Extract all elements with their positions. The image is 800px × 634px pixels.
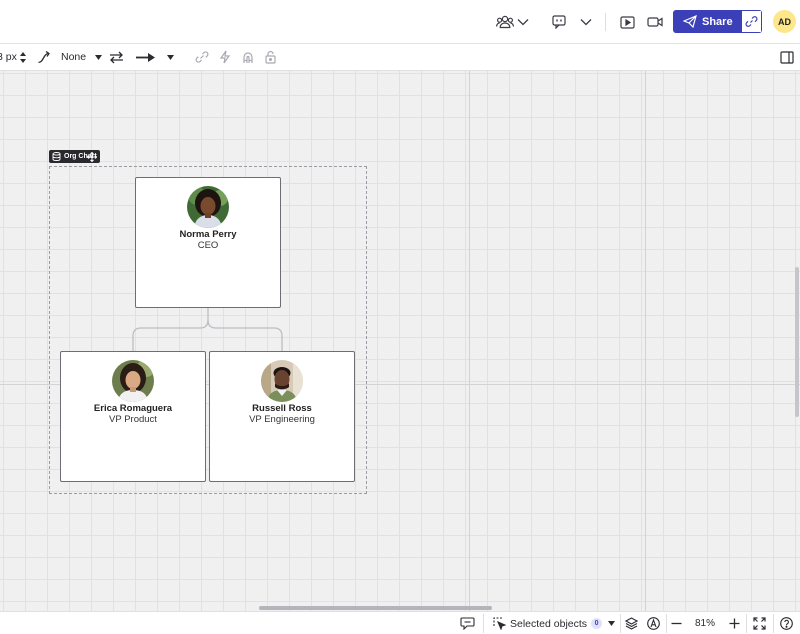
format-toolbar: 3 px None — [0, 44, 800, 71]
divider — [746, 614, 747, 633]
comment-icon[interactable] — [551, 12, 567, 32]
accessibility-icon[interactable] — [647, 615, 660, 632]
collaborators-icon[interactable] — [495, 12, 515, 32]
unlink-icon[interactable] — [195, 48, 209, 66]
chevron-down-icon — [167, 54, 174, 60]
person-name: Erica Romaguera — [93, 403, 173, 414]
present-icon[interactable] — [619, 12, 635, 32]
chevron-down-icon[interactable] — [516, 12, 530, 32]
arrow-end-icon — [136, 52, 155, 62]
person-photo — [112, 360, 154, 402]
divider — [605, 13, 606, 31]
feedback-icon[interactable] — [460, 615, 475, 632]
stepper-icon — [19, 51, 26, 63]
chevron-down-icon[interactable] — [579, 12, 593, 32]
copy-link-button[interactable] — [741, 10, 762, 33]
divider — [483, 614, 484, 633]
lightning-icon[interactable] — [219, 48, 231, 66]
panel-toggle-icon[interactable] — [780, 48, 794, 66]
send-icon — [683, 15, 697, 28]
connector-lines — [132, 308, 283, 351]
diagram-canvas[interactable]: Org Chart Norma Perry CEO Erica Romaguer… — [0, 71, 800, 611]
top-bar: Share AD — [0, 0, 800, 44]
line-width-select[interactable]: 3 px — [0, 48, 26, 66]
magnet-icon[interactable] — [242, 48, 254, 66]
line-style-icon[interactable] — [37, 48, 51, 66]
selected-objects-label: Selected objects — [510, 617, 588, 630]
chevron-down-icon — [95, 54, 103, 60]
person-role: CEO — [197, 240, 219, 251]
link-icon — [745, 15, 758, 28]
person-role: VP Product — [109, 414, 157, 425]
share-button[interactable]: Share — [673, 10, 762, 33]
person-role: VP Engineering — [249, 414, 315, 425]
person-photo — [261, 360, 303, 402]
zoom-out-icon[interactable] — [671, 615, 682, 632]
person-photo — [187, 186, 229, 228]
arrow-end-select[interactable] — [136, 48, 174, 66]
share-main[interactable]: Share — [673, 10, 741, 33]
avatar[interactable]: AD — [773, 10, 796, 33]
lock-icon[interactable] — [265, 48, 276, 66]
divider — [773, 614, 774, 633]
selected-count-badge: 0 — [591, 618, 603, 629]
select-cursor-icon — [493, 617, 506, 630]
person-name: Russell Ross — [252, 403, 312, 414]
arrow-start-value: None — [61, 51, 87, 63]
divider — [620, 614, 621, 633]
help-icon[interactable] — [780, 615, 793, 632]
org-card-vp-product[interactable]: Erica Romaguera VP Product — [60, 351, 206, 482]
arrow-start-select[interactable]: None — [61, 48, 103, 66]
share-label: Share — [702, 15, 733, 28]
zoom-level[interactable]: 81% — [695, 615, 715, 632]
line-width-value: 3 px — [0, 51, 17, 63]
org-card-vp-engineering[interactable]: Russell Ross VP Engineering — [209, 351, 355, 482]
horizontal-scrollbar[interactable] — [259, 606, 492, 610]
org-card-ceo[interactable]: Norma Perry CEO — [135, 177, 281, 308]
divider — [666, 614, 667, 633]
vertical-scrollbar[interactable] — [795, 267, 799, 417]
swap-icon[interactable] — [109, 48, 124, 66]
fit-screen-icon[interactable] — [753, 615, 766, 632]
selected-objects-toggle[interactable]: Selected objects 0 — [493, 615, 616, 632]
video-icon[interactable] — [647, 12, 663, 32]
person-name: Norma Perry — [179, 229, 237, 240]
zoom-in-icon[interactable] — [729, 615, 740, 632]
chevron-down-icon — [608, 621, 616, 626]
layers-icon[interactable] — [625, 615, 638, 632]
status-bar: Selected objects 0 81% — [0, 611, 800, 634]
